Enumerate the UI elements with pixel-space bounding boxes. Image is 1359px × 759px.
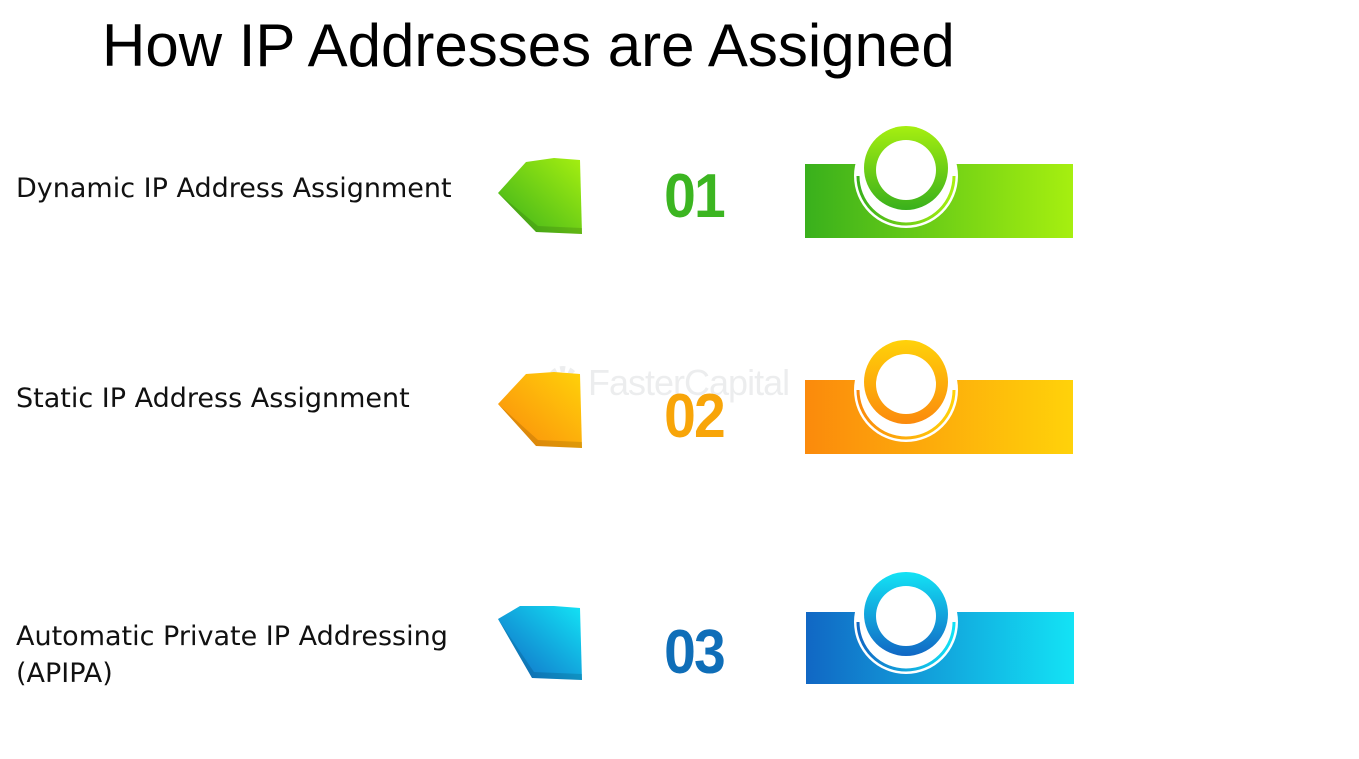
page-title: How IP Addresses are Assigned	[102, 12, 955, 79]
arrow-tag-icon	[498, 158, 582, 234]
step-number: 03	[664, 618, 726, 687]
circle-banner-icon	[806, 570, 1074, 684]
step-label-line-1: Automatic Private IP Addressing	[16, 621, 448, 652]
arrow-tag-icon	[498, 606, 582, 680]
step-label: Dynamic IP Address Assignment	[16, 170, 452, 207]
step-label-line-2: (APIPA)	[16, 658, 113, 689]
step-label: Automatic Private IP Addressing (APIPA)	[16, 618, 448, 692]
step-label-line-1: Static IP Address Assignment	[16, 383, 410, 414]
step-label: Static IP Address Assignment	[16, 380, 410, 417]
step-number: 02	[664, 382, 726, 451]
step-row-2: Static IP Address Assignment 02	[0, 334, 1359, 474]
arrow-tag-icon	[498, 372, 582, 448]
step-row-1: Dynamic IP Address Assignment 01	[0, 118, 1359, 258]
step-number: 01	[664, 162, 726, 231]
step-row-3: Automatic Private IP Addressing (APIPA) …	[0, 566, 1359, 706]
circle-banner-icon	[805, 124, 1073, 238]
circle-banner-icon	[805, 338, 1073, 454]
step-label-line-1: Dynamic IP Address Assignment	[16, 173, 452, 204]
